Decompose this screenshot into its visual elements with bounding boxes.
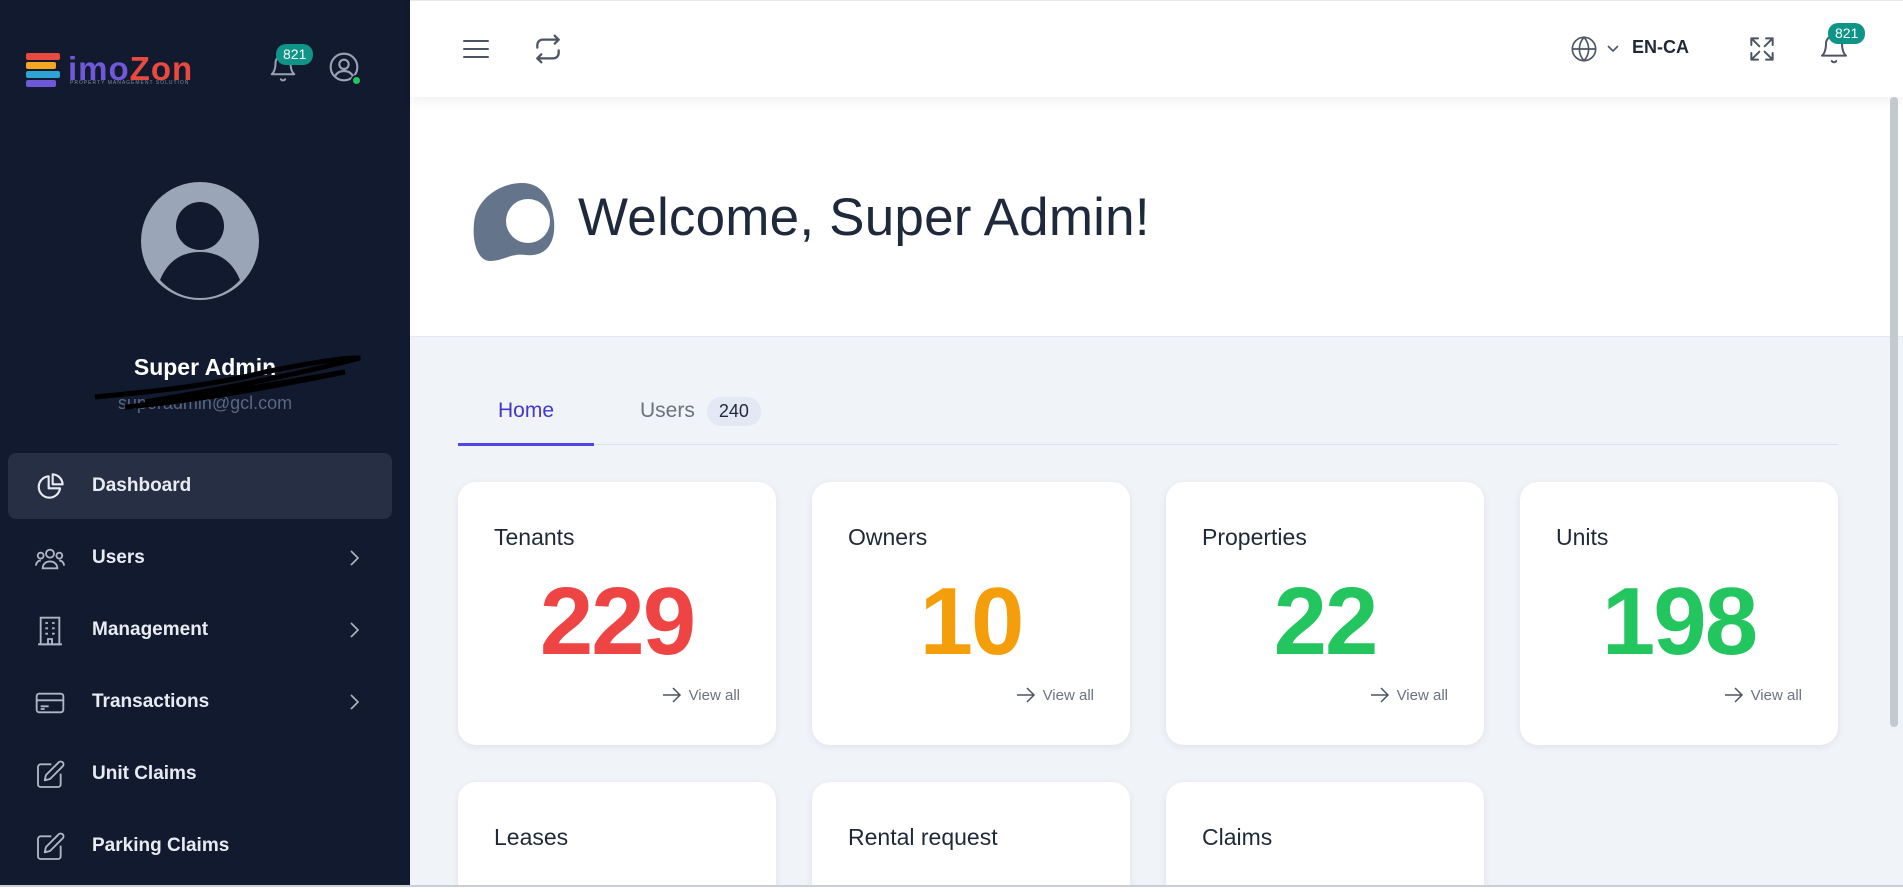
pie-chart-icon [37,473,64,499]
card-title: Tenants [494,524,575,550]
sidebar-nav: Dashboard Users Management Transactions [8,453,392,885]
tab-home[interactable]: Home [458,377,594,446]
stat-card-tenants: Tenants 229 View all [458,482,776,745]
chevron-right-icon [350,550,360,566]
sidebar-item-label: Users [92,547,145,568]
sidebar-item-label: Transactions [92,691,210,712]
welcome-banner: Welcome, Super Admin! [410,97,1903,337]
topbar: EN-CA 821 [410,0,1903,97]
sidebar-item-label: Dashboard [92,475,192,496]
sidebar-user-menu-button[interactable] [328,51,362,86]
arrow-right-icon [1016,687,1035,703]
dashboard-tabs: Home Users 240 [458,377,1838,446]
edit-icon [37,832,65,860]
sidebar-item-parking-claims[interactable]: Parking Claims [8,813,392,879]
page-title: Welcome, Super Admin! [578,188,1150,247]
welcome-logo-icon [473,183,555,261]
arrow-right-icon [1724,687,1743,703]
language-selector[interactable]: EN-CA [1632,37,1689,58]
window-bottom-edge [0,885,1903,892]
swap-arrows-icon[interactable] [532,33,564,65]
stat-card-owners: Owners 10 View all [812,482,1130,745]
view-all-link[interactable]: View all [661,686,740,704]
sidebar: imoZon PROPERTY MANAGEMENT SOLUTION 821 … [0,0,410,885]
card-value: 10 [919,568,1025,675]
edit-icon [37,760,65,788]
users-count-badge: 240 [706,396,761,426]
users-icon [35,548,65,570]
tab-users[interactable]: Users 240 [640,377,761,445]
card-title: Properties [1202,524,1307,550]
tab-label: Home [497,399,555,422]
dashboard-content: Home Users 240 Tenants 229 View all Owne… [410,337,1903,892]
brand-logo[interactable]: imoZon PROPERTY MANAGEMENT SOLUTION [26,46,211,90]
hamburger-menu-icon[interactable] [460,33,492,65]
stat-card-properties: Properties 22 View all [1166,482,1484,745]
building-icon [38,616,62,646]
logo-mark-icon [26,49,66,87]
chevron-right-icon [350,694,360,710]
card-title: Claims [1202,824,1273,850]
notification-badge: 821 [1828,23,1866,44]
arrow-right-icon [662,687,681,703]
sidebar-item-management[interactable]: Management [8,597,392,663]
vertical-scrollbar[interactable] [1890,97,1898,727]
tab-label: Users [640,399,695,422]
arrow-right-icon [1370,687,1389,703]
online-status-dot [351,75,362,86]
avatar [141,182,259,300]
card-title: Rental request [848,824,998,850]
sidebar-item-users[interactable]: Users [8,525,392,591]
sidebar-item-unit-claims[interactable]: Unit Claims [8,741,392,807]
sidebar-item-label: Parking Claims [92,835,230,856]
card-value: 198 [1601,568,1758,675]
credit-card-icon [35,692,65,714]
stat-card-units: Units 198 View all [1520,482,1838,745]
sidebar-notifications-button[interactable]: 821 [268,44,314,84]
topbar-notifications-button[interactable]: 821 [1818,23,1866,65]
card-value: 229 [539,568,696,675]
sidebar-item-dashboard[interactable]: Dashboard [8,453,392,519]
view-all-link[interactable]: View all [1723,686,1802,704]
redaction-scribble [94,355,361,410]
stat-card-claims: Claims [1166,782,1484,892]
sidebar-item-transactions[interactable]: Transactions [8,669,392,735]
view-all-link[interactable]: View all [1015,686,1094,704]
fullscreen-icon[interactable] [1746,33,1778,65]
card-title: Leases [494,824,569,850]
stat-card-leases: Leases [458,782,776,892]
card-value: 22 [1273,568,1379,675]
card-title: Units [1556,524,1609,550]
view-all-link[interactable]: View all [1369,686,1448,704]
globe-icon[interactable] [1570,35,1598,63]
card-title: Owners [848,524,928,550]
sidebar-item-label: Unit Claims [92,763,197,784]
sidebar-item-label: Management [92,619,209,640]
stat-card-rental-request: Rental request [812,782,1130,892]
chevron-down-icon[interactable] [1606,43,1620,55]
notification-badge: 821 [276,44,314,65]
logo-tagline: PROPERTY MANAGEMENT SOLUTION [70,80,190,86]
chevron-right-icon [350,622,360,638]
